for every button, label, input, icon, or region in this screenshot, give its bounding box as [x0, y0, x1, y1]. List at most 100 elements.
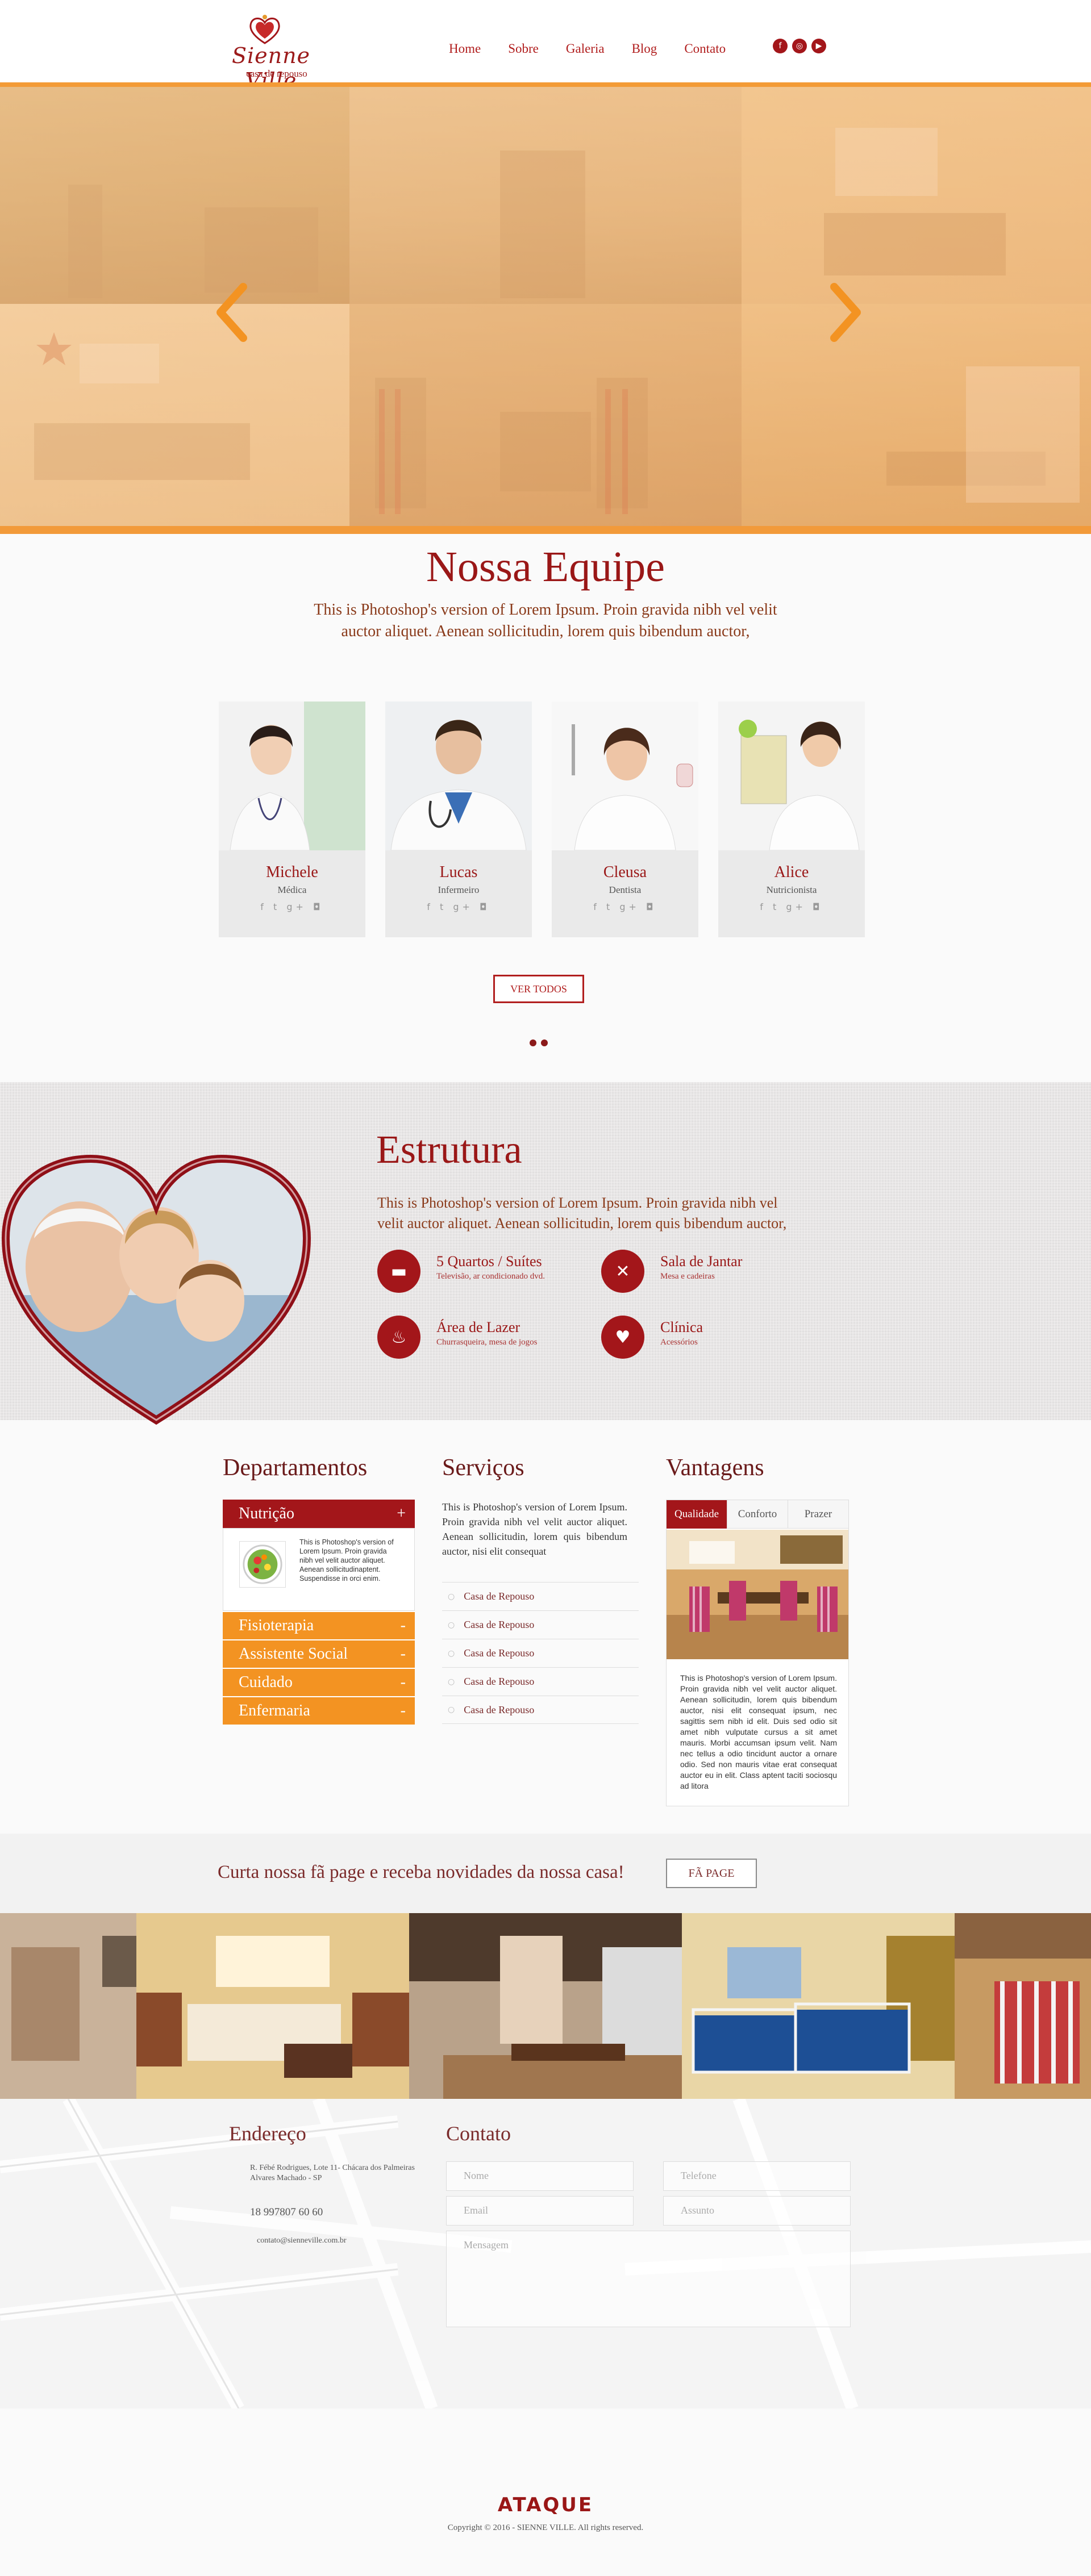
member-name: Cleusa [603, 863, 647, 881]
grill-icon: ♨ [377, 1316, 420, 1359]
vantagens-tabs-panel: Qualidade Conforto Prazer This is Photos… [666, 1500, 849, 1806]
list-item[interactable]: ○ Casa de Repouso [442, 1610, 639, 1639]
dining-room-photo [667, 1530, 848, 1659]
telefone-field[interactable]: Telefone [663, 2161, 851, 2191]
estrutura-description: This is Photoshop's version of Lorem Ips… [377, 1195, 787, 1231]
contato-title: Contato [446, 2122, 511, 2145]
feature-sub: Acessórios [660, 1338, 698, 1347]
logo[interactable]: Sienne Ville casa de repouso [211, 11, 331, 93]
member-role: Dentista [609, 884, 642, 895]
ver-todos-button[interactable]: VER TODOS [493, 975, 584, 1003]
endereco-address: R. Fébé Rodrigues, Lote 11- Chácara dos … [250, 2164, 415, 2182]
feature-title: Área de Lazer [436, 1319, 520, 1335]
nome-field[interactable]: Nome [446, 2161, 634, 2191]
list-item[interactable]: ○ Casa de Repouso [442, 1667, 639, 1696]
servicos-description: This is Photoshop's version of Lorem Ips… [442, 1501, 627, 1557]
hero-top-bar [0, 82, 1091, 87]
pagination-dot[interactable] [541, 1039, 548, 1046]
accordion-item-cuidado[interactable]: Cuidado - [223, 1668, 415, 1696]
feature-sub: Televisão, ar condicionado dvd. [436, 1272, 545, 1281]
mensagem-field[interactable]: Mensagem [446, 2231, 851, 2327]
accordion-label: Cuidado [239, 1673, 293, 1691]
member-name: Alice [774, 863, 809, 881]
accordion-label: Nutrição [239, 1505, 294, 1522]
main-nav: Home Sobre Galeria Blog Contato [449, 37, 753, 60]
team-photo-alice [718, 702, 865, 850]
social-links: f ◎ ▶ [773, 39, 826, 53]
member-social-icons[interactable]: f t g+ ◘ [219, 901, 365, 912]
departamentos-accordion: Nutrição + This is Photoshop's version o… [223, 1500, 415, 1725]
team-card[interactable]: Michele Médica f t g+ ◘ [219, 702, 365, 937]
plus-icon[interactable]: + [397, 1505, 406, 1523]
fanpage-text: Curta nossa fã page e receba novidades d… [218, 1862, 624, 1882]
list-item[interactable]: ○ Casa de Repouso [442, 1696, 639, 1724]
bullet-icon: ○ [448, 1592, 455, 1601]
team-title: Nossa Equipe [426, 543, 665, 591]
bullet-icon: ○ [448, 1677, 455, 1686]
servicos-list: ○ Casa de Repouso ○ Casa de Repouso ○ Casa … [442, 1582, 639, 1724]
nav-home[interactable]: Home [449, 41, 481, 56]
member-name: Michele [266, 863, 318, 881]
facebook-icon[interactable]: f [773, 39, 788, 53]
bullet-icon: ○ [448, 1648, 455, 1658]
tab-conforto[interactable]: Conforto [727, 1500, 788, 1529]
pagination-dot[interactable] [530, 1039, 536, 1046]
feature-quartos: ▬ 5 Quartos / Suítes Televisão, ar condi… [377, 1250, 550, 1293]
nav-blog[interactable]: Blog [632, 41, 657, 56]
vantagens-text: This is Photoshop's version of Lorem Ips… [680, 1673, 837, 1790]
endereco-phone: 18 997807 60 60 [250, 2206, 323, 2218]
slider-prev-arrow-icon[interactable] [209, 281, 255, 344]
minus-icon[interactable]: - [401, 1645, 406, 1663]
slider-next-arrow-icon[interactable] [823, 281, 868, 344]
feature-sub: Mesa e cadeiras [660, 1272, 715, 1281]
minus-icon[interactable]: - [401, 1702, 406, 1720]
accordion-item-assistente-social[interactable]: Assistente Social - [223, 1639, 415, 1668]
bullet-icon: ○ [448, 1620, 455, 1630]
member-social-icons[interactable]: f t g+ ◘ [552, 901, 698, 912]
nav-sobre[interactable]: Sobre [508, 41, 539, 56]
member-name: Lucas [439, 863, 478, 881]
pagination-dots[interactable] [530, 1039, 548, 1046]
member-social-icons[interactable]: f t g+ ◘ [385, 901, 532, 912]
list-item[interactable]: ○ Casa de Repouso [442, 1639, 639, 1667]
minus-icon[interactable]: - [401, 1617, 406, 1635]
team-photo-cleusa [552, 702, 698, 850]
tab-prazer[interactable]: Prazer [788, 1500, 848, 1529]
heart-photo-frame [1, 1154, 311, 1425]
youtube-icon[interactable]: ▶ [811, 39, 826, 53]
agency-logo[interactable]: ATAQUE [494, 2494, 597, 2516]
fanpage-button[interactable]: FÃ PAGE [666, 1859, 757, 1888]
feature-title: 5 Quartos / Suítes [436, 1253, 542, 1270]
feature-title: Clínica [660, 1319, 703, 1335]
minus-icon[interactable]: - [401, 1673, 406, 1692]
tab-qualidade[interactable]: Qualidade [667, 1500, 727, 1529]
bed-icon: ▬ [377, 1250, 420, 1293]
instagram-icon[interactable]: ◎ [792, 39, 807, 53]
team-photo-lucas [385, 702, 532, 850]
list-item[interactable]: ○ Casa de Repouso [442, 1582, 639, 1610]
email-field[interactable]: Email [446, 2196, 634, 2226]
team-card[interactable]: Cleusa Dentista f t g+ ◘ [552, 702, 698, 937]
team-card[interactable]: Alice Nutricionista f t g+ ◘ [718, 702, 865, 937]
accordion-item-enfermaria[interactable]: Enfermaria - [223, 1696, 415, 1725]
gallery-strip [0, 1913, 1091, 2099]
nav-galeria[interactable]: Galeria [566, 41, 605, 56]
nav-contato[interactable]: Contato [684, 41, 726, 56]
heart-logo-icon [249, 15, 280, 44]
team-card[interactable]: Lucas Infermeiro f t g+ ◘ [385, 702, 532, 937]
accordion-label: Fisioterapia [239, 1617, 314, 1634]
member-social-icons[interactable]: f t g+ ◘ [718, 901, 865, 912]
accordion-item-nutricao[interactable]: Nutrição + [223, 1500, 415, 1528]
assunto-field[interactable]: Assunto [663, 2196, 851, 2226]
estrutura-title: Estrutura [376, 1128, 522, 1172]
accordion-label: Assistente Social [239, 1645, 348, 1663]
feature-sala: ✕ Sala de Jantar Mesa e cadeiras [601, 1250, 742, 1293]
accordion-text: This is Photoshop's version of Lorem Ips… [299, 1538, 394, 1583]
endereco-title: Endereço [229, 2122, 306, 2145]
accordion-item-fisioterapia[interactable]: Fisioterapia - [223, 1611, 415, 1639]
hero-tint-overlay [0, 82, 1091, 534]
feature-title: Sala de Jantar [660, 1253, 743, 1270]
brand-tagline: casa de repouso [246, 68, 307, 79]
endereco-email[interactable]: contato@sienneville.com.br [257, 2236, 347, 2245]
member-role: Médica [277, 884, 307, 895]
